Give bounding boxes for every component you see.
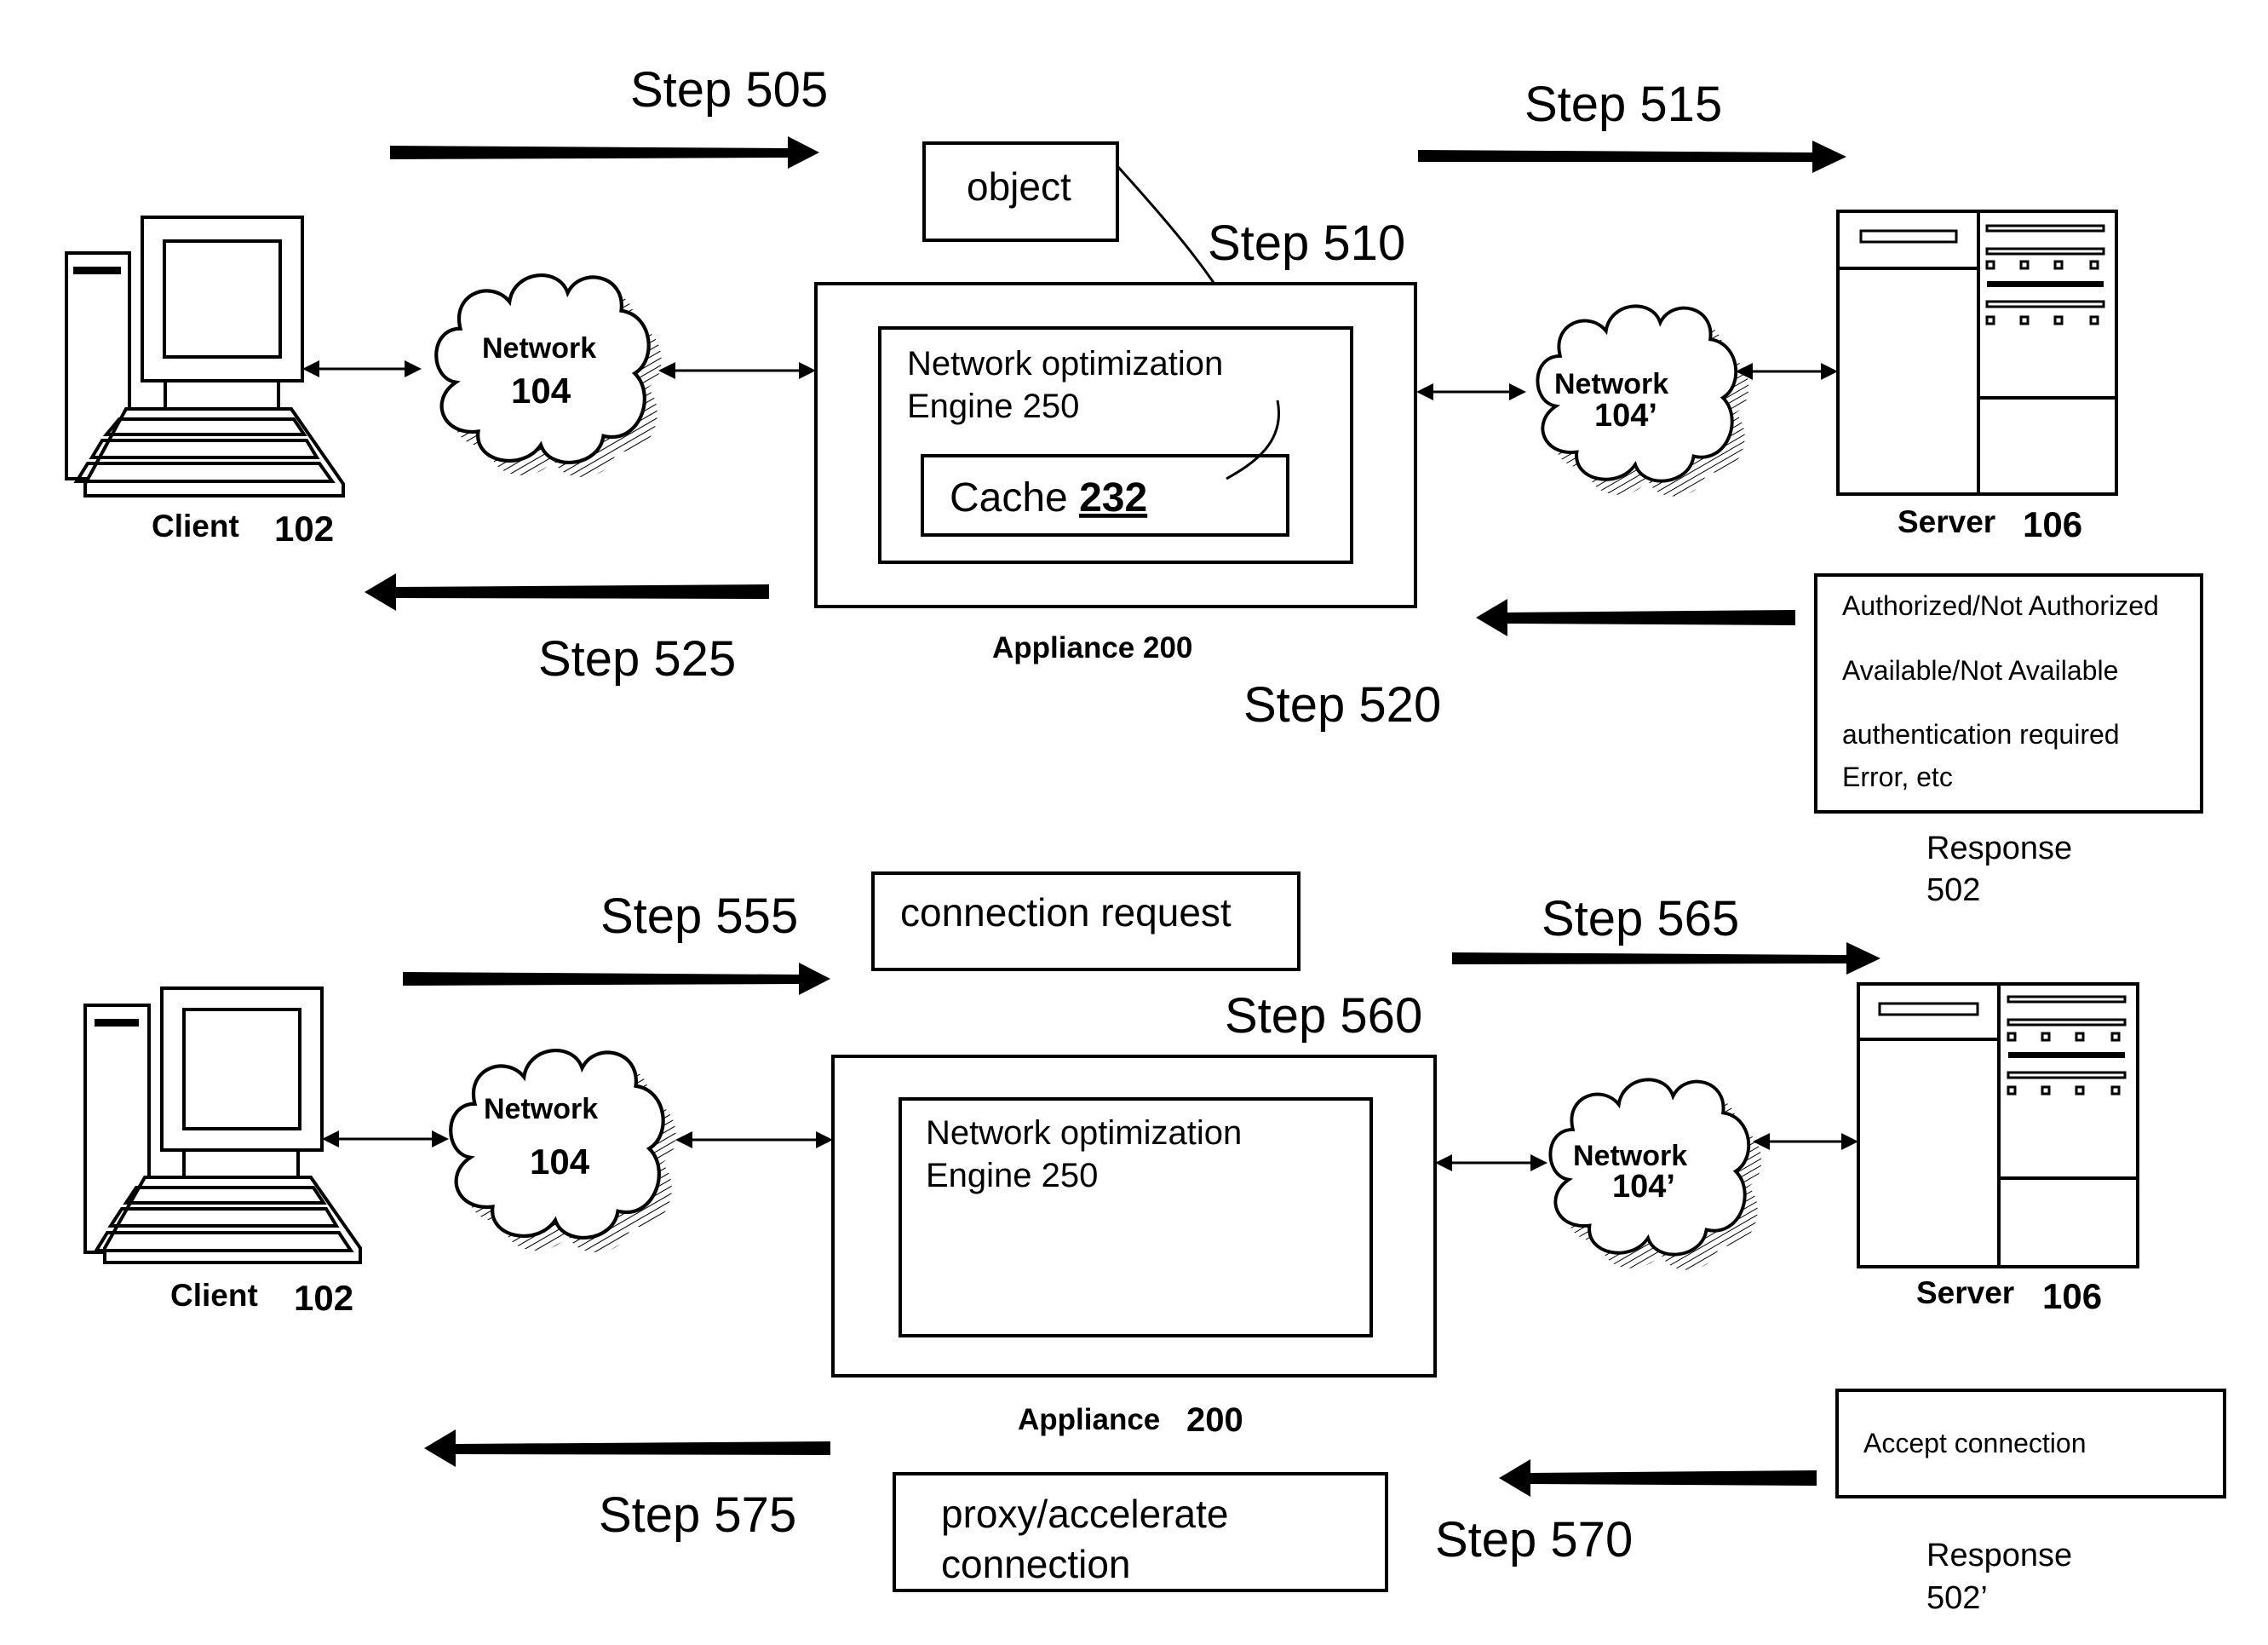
server-id: 106 bbox=[2042, 1276, 2102, 1316]
server-label: Server bbox=[1916, 1275, 2014, 1310]
engine-line2: Engine 250 bbox=[926, 1157, 1098, 1194]
response-502-id: 502 bbox=[1926, 872, 1980, 908]
network-104-label: Network bbox=[482, 332, 596, 365]
network-104-id: 104 bbox=[511, 371, 571, 411]
proxy-line1: proxy/accelerate bbox=[941, 1492, 1229, 1536]
client-network-link bbox=[302, 360, 422, 377]
object-label: object bbox=[967, 164, 1071, 209]
step-570-arrow bbox=[1499, 1459, 1817, 1497]
step-555-label: Step 555 bbox=[600, 889, 798, 944]
client-computer-icon bbox=[83, 986, 362, 1264]
response-502-label: Response bbox=[1926, 831, 2072, 866]
network-104-prime-id: 104’ bbox=[1612, 1169, 1675, 1205]
server-icon bbox=[1857, 982, 2139, 1268]
step-515-label: Step 515 bbox=[1524, 77, 1722, 132]
response-line-4: Error, etc bbox=[1842, 762, 1953, 792]
step-565-arrow bbox=[1452, 942, 1880, 975]
top-scenario: Step 505 object Step 510 Step 515 Client… bbox=[65, 62, 2203, 908]
appliance-network2-link bbox=[1435, 1154, 1547, 1171]
network-104-id: 104 bbox=[530, 1142, 590, 1182]
bottom-scenario: Step 555 connection request Step 565 Ste… bbox=[83, 871, 2226, 1616]
step-505-label: Step 505 bbox=[630, 62, 828, 118]
network-appliance-link bbox=[675, 1131, 833, 1148]
network-104-prime-label: Network bbox=[1554, 368, 1668, 400]
network2-server-link bbox=[1753, 1133, 1858, 1150]
client-label: Client bbox=[170, 1278, 258, 1313]
client-label: Client bbox=[152, 509, 239, 544]
network-flow-diagram: Step 505 object Step 510 Step 515 Client… bbox=[65, 62, 2226, 1616]
client-id: 102 bbox=[294, 1278, 353, 1318]
step-505-arrow bbox=[390, 136, 819, 169]
cache-label: Cache 232 bbox=[950, 475, 1147, 521]
proxy-line2: connection bbox=[941, 1542, 1131, 1586]
step-520-label: Step 520 bbox=[1243, 677, 1441, 733]
accept-connection-label: Accept connection bbox=[1863, 1428, 2087, 1458]
server-label: Server bbox=[1898, 504, 1995, 539]
client-id: 102 bbox=[274, 509, 334, 549]
appliance-label: Appliance 200 bbox=[992, 631, 1192, 664]
server-id: 106 bbox=[2023, 504, 2082, 544]
client-network-link bbox=[322, 1130, 449, 1147]
server-icon bbox=[1836, 210, 2118, 496]
appliance-id: 200 bbox=[1186, 1401, 1243, 1439]
cache-id: 232 bbox=[1079, 475, 1147, 521]
client-computer-icon bbox=[65, 216, 345, 498]
response-502-prime-id: 502’ bbox=[1926, 1580, 1988, 1616]
response-line-2: Available/Not Available bbox=[1842, 655, 2118, 686]
network2-server-link bbox=[1736, 363, 1838, 380]
step-575-arrow bbox=[424, 1429, 830, 1467]
engine-line2: Engine 250 bbox=[907, 388, 1079, 425]
response-line-3: authentication required bbox=[1842, 719, 2120, 750]
engine-line1: Network optimization bbox=[926, 1114, 1242, 1152]
step-525-label: Step 525 bbox=[538, 631, 736, 687]
step-575-label: Step 575 bbox=[599, 1487, 796, 1543]
step-520-arrow bbox=[1476, 599, 1795, 636]
appliance-network2-link bbox=[1416, 383, 1526, 400]
step-565-label: Step 565 bbox=[1542, 891, 1739, 946]
step-525-arrow bbox=[365, 573, 769, 611]
step-510-label: Step 510 bbox=[1208, 216, 1405, 271]
appliance-label: Appliance bbox=[1018, 1403, 1160, 1436]
step-560-label: Step 560 bbox=[1225, 988, 1422, 1044]
response-502-prime-label: Response bbox=[1926, 1538, 2072, 1573]
network-104-prime-label: Network bbox=[1573, 1140, 1687, 1172]
step-515-arrow bbox=[1418, 141, 1846, 173]
network-104-prime-id: 104’ bbox=[1594, 398, 1657, 434]
response-line-1: Authorized/Not Authorized bbox=[1842, 590, 2159, 621]
network-104-label: Network bbox=[484, 1093, 598, 1125]
step-555-arrow bbox=[403, 963, 830, 995]
engine-line1: Network optimization bbox=[907, 345, 1223, 382]
step-570-label: Step 570 bbox=[1435, 1512, 1633, 1567]
network-appliance-link bbox=[658, 362, 816, 379]
connection-request-label: connection request bbox=[900, 890, 1232, 935]
